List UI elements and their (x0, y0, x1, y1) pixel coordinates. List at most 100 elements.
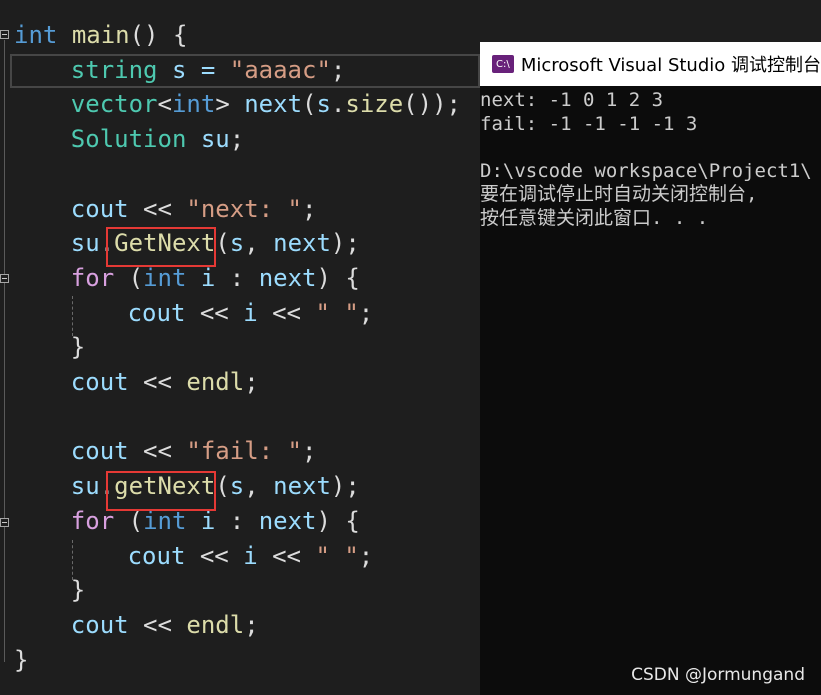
code-token: << (257, 298, 316, 327)
code-token: cout (127, 298, 186, 327)
console-output-line: next: -1 0 1 2 3 (480, 89, 664, 111)
code-token: ( (215, 229, 230, 258)
code-line[interactable]: } (71, 573, 85, 607)
code-token: ) { (316, 506, 360, 535)
code-token: cout (127, 541, 186, 570)
code-token: "aaaac" (229, 55, 331, 84)
console-output-line: D:\vscode workspace\Project1\ (480, 159, 812, 182)
code-line[interactable]: cout << i << " "; (128, 296, 374, 330)
fold-toggle-for-2[interactable] (0, 518, 9, 527)
code-token: cout (70, 610, 129, 639)
code-token: next (258, 506, 317, 535)
code-token: . (330, 90, 346, 119)
code-token: next (258, 263, 317, 292)
code-token: su (70, 472, 100, 501)
code-token: cout (70, 194, 129, 223)
code-token: ); (330, 472, 360, 501)
code-editor[interactable]: int main() {string s = "aaaac"; vector<in… (0, 0, 480, 695)
code-token: Solution (70, 125, 187, 154)
code-token: ); (330, 229, 360, 258)
fold-toggle-main[interactable] (0, 30, 9, 39)
code-token: size (345, 90, 404, 119)
highlight-box-GetNext (106, 227, 216, 267)
code-line[interactable]: cout << i << " "; (128, 539, 374, 573)
code-line[interactable]: vector<int> next(s.size()); (71, 87, 461, 121)
console-title: Microsoft Visual Studio 调试控制台 (520, 55, 821, 76)
code-token: endl (186, 368, 245, 396)
code-token: << (128, 194, 187, 223)
code-token: i (243, 298, 258, 327)
code-token: s = (157, 55, 230, 84)
code-token: ()); (403, 90, 461, 119)
code-token: int (14, 21, 58, 49)
code-token: << (128, 610, 187, 639)
code-token: : (215, 506, 259, 535)
code-token: << (128, 437, 187, 466)
code-line[interactable]: int main() { (14, 18, 187, 52)
code-token: next (273, 229, 331, 258)
code-token: endl (186, 610, 245, 639)
fold-toggle-for-1[interactable] (0, 274, 9, 283)
console-titlebar[interactable]: C:\ Microsoft Visual Studio 调试控制台 (480, 42, 821, 86)
code-token: int (143, 263, 187, 292)
debug-console-window[interactable]: C:\ Microsoft Visual Studio 调试控制台 next: … (480, 42, 821, 695)
code-token: ( (302, 90, 317, 119)
code-token: "fail: " (186, 437, 302, 466)
code-token: : (215, 263, 259, 292)
code-token: ; (330, 55, 346, 84)
code-token: ; (358, 298, 374, 327)
code-token: int (171, 90, 216, 119)
fold-region-line (4, 40, 5, 662)
code-token: ; (301, 437, 317, 466)
code-token: } (70, 333, 86, 362)
console-output-line: 要在调试停止时自动关闭控制台, (480, 183, 758, 205)
code-token: " " (315, 541, 359, 570)
code-line[interactable]: } (14, 643, 28, 677)
code-token: s (229, 229, 245, 258)
code-token: ; (301, 194, 317, 223)
code-token: ; (229, 125, 245, 154)
code-token: ; (244, 368, 259, 396)
code-token: su (200, 125, 230, 154)
watermark: CSDN @Jormungand (631, 665, 805, 685)
code-token: << (185, 541, 244, 570)
console-app-icon: C:\ (492, 55, 514, 73)
code-token: string (70, 55, 158, 84)
code-line[interactable]: } (71, 330, 85, 364)
console-output-line: fail: -1 -1 -1 -1 3 (480, 112, 698, 135)
code-token: next (273, 472, 331, 501)
code-token: vector (70, 90, 158, 119)
code-line[interactable]: Solution su; (71, 122, 244, 156)
console-output-line: 按任意键关闭此窗口. . . (480, 206, 709, 229)
code-token: i (200, 263, 216, 292)
code-line[interactable]: string s = "aaaac"; (71, 53, 346, 87)
code-token: main (71, 21, 130, 49)
code-token: su (70, 229, 100, 258)
code-token: () { (129, 21, 188, 49)
code-line[interactable]: cout << "next: "; (71, 192, 317, 226)
highlight-box-getNext (106, 471, 216, 511)
code-token: next (244, 90, 303, 119)
code-line[interactable]: cout << endl; (71, 608, 259, 642)
code-token: for (70, 263, 115, 292)
code-token: ; (358, 541, 374, 570)
code-token: cout (70, 437, 129, 466)
code-token: s (316, 90, 331, 119)
code-token: " " (315, 298, 359, 327)
code-token: << (185, 298, 244, 327)
code-line[interactable]: cout << "fail: "; (71, 434, 317, 468)
code-token: i (243, 541, 258, 570)
code-token: , (244, 472, 274, 501)
code-token: ( (114, 263, 144, 292)
code-line[interactable]: cout << endl; (71, 365, 259, 399)
code-token: } (14, 645, 29, 674)
code-token: << (128, 368, 187, 396)
code-token: << (257, 541, 316, 570)
code-token: ( (215, 472, 230, 501)
code-token: ) { (316, 263, 360, 292)
code-token: > (215, 90, 245, 119)
code-token: cout (70, 368, 129, 396)
